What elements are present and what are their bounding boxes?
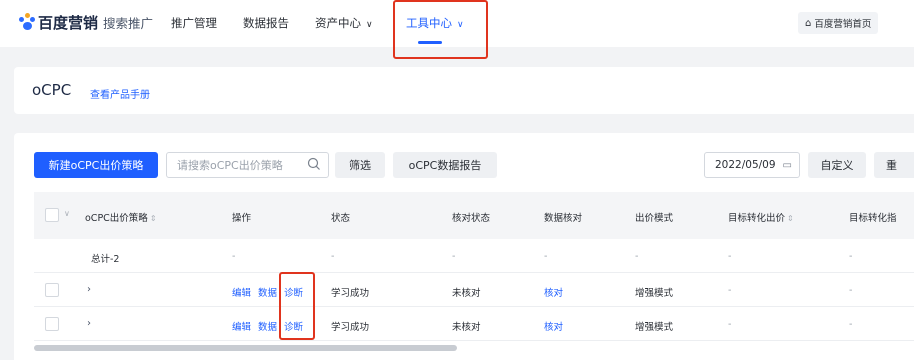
- baidu-paw-icon: [18, 13, 36, 31]
- target-metric-cell: -: [849, 319, 853, 330]
- target-metric-cell: -: [849, 285, 853, 296]
- page-title: oCPC: [32, 81, 72, 99]
- nav-item-reports[interactable]: 数据报告: [243, 15, 289, 31]
- total-bid-mode: -: [635, 251, 639, 262]
- select-all-checkbox[interactable]: [45, 208, 59, 222]
- header-action: 操作: [232, 213, 252, 224]
- header-status: 状态: [331, 213, 351, 224]
- search-icon[interactable]: [307, 157, 321, 171]
- verify-status-cell: 未核对: [452, 322, 481, 333]
- sort-icon[interactable]: ⇕: [787, 214, 794, 223]
- total-target-bid: -: [728, 251, 732, 262]
- edit-link[interactable]: 编辑: [232, 285, 251, 299]
- total-action: -: [232, 251, 236, 262]
- total-row: 总计-2 - - - - - - -: [34, 239, 914, 273]
- search-box: [166, 152, 329, 178]
- custom-range-button[interactable]: 自定义: [808, 152, 866, 178]
- home-button[interactable]: ⌂ 百度营销首页: [798, 12, 879, 34]
- expand-arrow-icon[interactable]: ›: [87, 318, 91, 329]
- ocpc-report-button[interactable]: oCPC数据报告: [393, 152, 497, 178]
- page-header: oCPC 查看产品手册: [14, 67, 914, 114]
- header-verify-status: 核对状态: [452, 213, 491, 224]
- row-checkbox[interactable]: [45, 283, 59, 297]
- bid-mode-cell: 增强模式: [635, 322, 674, 333]
- highlight-box-diagnose: [279, 272, 315, 340]
- nav-item-label: 资产中心: [315, 16, 361, 30]
- table-row: › 编辑 数据 诊断 学习成功 未核对 核对 增强模式 - -: [34, 307, 914, 341]
- row-checkbox[interactable]: [45, 317, 59, 331]
- nav-item-promotion[interactable]: 推广管理: [171, 15, 217, 31]
- status-cell: 学习成功: [331, 288, 370, 299]
- status-cell: 学习成功: [331, 322, 370, 333]
- sort-icon[interactable]: ⇕: [150, 214, 157, 223]
- brand-logo[interactable]: 百度营销 搜索推广: [18, 11, 153, 33]
- total-target-metric: -: [849, 251, 853, 262]
- manual-link[interactable]: 查看产品手册: [90, 86, 150, 101]
- nav-item-label: 推广管理: [171, 16, 217, 30]
- header-target-metric: 目标转化指: [849, 213, 897, 224]
- chevron-down-icon: ∨: [366, 20, 373, 30]
- data-link[interactable]: 数据: [258, 319, 277, 333]
- chevron-down-icon[interactable]: ∨: [64, 209, 70, 218]
- home-icon: ⌂: [805, 17, 812, 29]
- bid-mode-cell: 增强模式: [635, 288, 674, 299]
- top-nav: 百度营销 搜索推广 推广管理 数据报告 资产中心 ∨ 工具中心 ∨ ⌂ 百度营销首页: [0, 0, 914, 59]
- search-input[interactable]: [177, 158, 302, 172]
- header-bid-mode: 出价模式: [635, 213, 674, 224]
- total-verify-status: -: [452, 251, 456, 262]
- calendar-icon: ▭: [782, 159, 792, 171]
- brand-subtitle: 搜索推广: [103, 15, 154, 31]
- data-link[interactable]: 数据: [258, 285, 277, 299]
- target-bid-cell: -: [728, 319, 732, 330]
- new-strategy-button[interactable]: 新建oCPC出价策略: [34, 152, 158, 178]
- total-status: -: [331, 251, 335, 262]
- edit-link[interactable]: 编辑: [232, 319, 251, 333]
- expand-arrow-icon[interactable]: ›: [87, 284, 91, 295]
- reset-button[interactable]: 重: [874, 152, 914, 178]
- brand-name: 百度营销: [38, 13, 99, 32]
- filter-button[interactable]: 筛选: [335, 152, 385, 178]
- table-row: › 编辑 数据 诊断 学习成功 未核对 核对 增强模式 - -: [34, 273, 914, 307]
- verify-status-cell: 未核对: [452, 288, 481, 299]
- home-button-label: 百度营销首页: [814, 19, 872, 30]
- total-label: 总计-2: [91, 254, 120, 265]
- horizontal-scrollbar[interactable]: [34, 345, 457, 351]
- total-data-verify: -: [544, 251, 548, 262]
- header-strategy[interactable]: oCPC出价策略 ⇕: [85, 210, 157, 224]
- table-header: ∨ oCPC出价策略 ⇕ 操作 状态 核对状态 数据核对 出价模式 目标转化出价 ⇕…: [34, 192, 914, 239]
- header-data-verify: 数据核对: [544, 213, 583, 224]
- verify-link[interactable]: 核对: [544, 285, 563, 299]
- target-bid-cell: -: [728, 285, 732, 296]
- date-value: 2022/05/09: [715, 159, 776, 171]
- nav-item-label: 数据报告: [243, 16, 289, 30]
- verify-link[interactable]: 核对: [544, 319, 563, 333]
- highlight-box-tools: [393, 0, 488, 59]
- date-picker[interactable]: 2022/05/09 ▭: [704, 152, 800, 178]
- nav-item-assets[interactable]: 资产中心 ∨: [315, 15, 373, 31]
- header-target-bid[interactable]: 目标转化出价 ⇕: [728, 210, 794, 224]
